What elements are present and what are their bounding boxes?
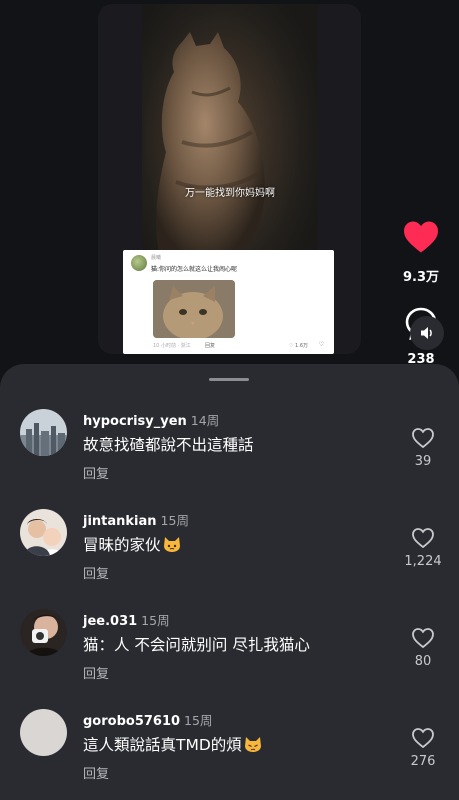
comment-time: 15周 xyxy=(160,513,189,528)
embedded-cat-photo xyxy=(153,280,235,338)
username-text[interactable]: jee.031 xyxy=(83,614,137,629)
comment-username[interactable]: jintankian 15周 xyxy=(83,510,189,529)
comment-username[interactable]: hypocrisy_yen 14周 xyxy=(83,410,219,429)
speaker-icon xyxy=(421,327,432,339)
comment-text: 冒昧的家伙 xyxy=(83,533,181,555)
cat-face-emoji-icon xyxy=(244,737,261,752)
comment-text: 這人類說話真TMD的煩 xyxy=(83,733,262,755)
comment-like-count: 39 xyxy=(414,454,432,469)
embedded-like-value: 1.6万 xyxy=(295,343,308,349)
reply-button[interactable]: 回复 xyxy=(83,563,109,582)
family-photo-avatar[interactable] xyxy=(20,509,67,556)
volume-button[interactable] xyxy=(410,316,444,350)
like-count: 9.3万 xyxy=(402,270,440,285)
embedded-comment-avatar xyxy=(131,255,147,271)
reply-button[interactable]: 回复 xyxy=(83,463,109,482)
video-frame: 万一能找到你妈妈啊 xyxy=(142,4,318,252)
video-subtitle: 万一能找到你妈妈啊 xyxy=(185,188,275,199)
embedded-comment-text: 猫:你问的怎么就这么让我闹心呢 xyxy=(151,266,238,273)
blank-avatar[interactable] xyxy=(20,709,67,756)
sheet-grab-handle[interactable] xyxy=(209,378,249,381)
username-text[interactable]: jintankian xyxy=(83,514,157,529)
reply-button[interactable]: 回复 xyxy=(83,763,109,782)
comment-text: 故意找碴都說不出這種話 xyxy=(83,436,254,454)
like-button[interactable] xyxy=(402,220,440,254)
comment-like-count: 80 xyxy=(414,654,432,669)
city-skyline-avatar[interactable] xyxy=(20,409,67,456)
comment-text-body: 冒昧的家伙 xyxy=(83,536,161,554)
comment-item: gorobo57610 15周 這人類說話真TMD的煩 回复 276 xyxy=(0,709,459,800)
video-player[interactable]: 万一能找到你妈妈啊 晨曦 猫:你问的怎么就这么让我闹心呢 10 小时前 · 浙江… xyxy=(98,4,361,354)
comment-heart-icon[interactable] xyxy=(411,427,435,449)
embedded-comment-username: 晨曦 xyxy=(151,255,162,261)
embedded-comment-meta: 10 小时前 · 浙江 xyxy=(153,343,191,349)
comment-item: jintankian 15周 冒昧的家伙 回复 1,224 xyxy=(0,509,459,605)
comment-time: 15周 xyxy=(141,613,170,628)
comment-like-count: 276 xyxy=(410,754,436,769)
comment-username[interactable]: jee.031 15周 xyxy=(83,610,170,629)
embedded-comment-card: 晨曦 猫:你问的怎么就这么让我闹心呢 10 小时前 · 浙江 回复 ♡ 1.6万… xyxy=(123,250,334,354)
comment-text-body: 這人類說話真TMD的煩 xyxy=(83,736,242,754)
comment-like-count: 1,224 xyxy=(404,554,442,569)
comment-item: hypocrisy_yen 14周 故意找碴都說不出這種話 回复 39 xyxy=(0,409,459,505)
comment-heart-icon[interactable] xyxy=(411,727,435,749)
camera-person-avatar[interactable] xyxy=(20,609,67,656)
comment-text: 猫：人 不会问就别问 尽扎我猫心 xyxy=(83,636,310,654)
embedded-comment-reply: 回复 xyxy=(205,343,216,349)
comment-heart-icon[interactable] xyxy=(411,527,435,549)
comment-time: 14周 xyxy=(190,413,220,428)
comment-time: 15周 xyxy=(184,713,213,728)
username-text[interactable]: hypocrisy_yen xyxy=(83,414,187,429)
cat-face-emoji-icon xyxy=(163,537,180,552)
reply-button[interactable]: 回复 xyxy=(83,663,109,682)
comment-item: jee.031 15周 猫：人 不会问就别问 尽扎我猫心 回复 80 xyxy=(0,609,459,705)
cat-silhouette xyxy=(156,32,265,252)
heart-icon xyxy=(404,221,438,253)
comment-username[interactable]: gorobo57610 15周 xyxy=(83,710,212,729)
comment-sheet: hypocrisy_yen 14周 故意找碴都說不出這種話 回复 39 jinta… xyxy=(0,364,459,800)
dislike-icon: ♡ xyxy=(318,341,324,348)
username-text[interactable]: gorobo57610 xyxy=(83,714,180,729)
embedded-comment-like-count: ♡ 1.6万 xyxy=(288,343,308,349)
comment-heart-icon[interactable] xyxy=(411,627,435,649)
